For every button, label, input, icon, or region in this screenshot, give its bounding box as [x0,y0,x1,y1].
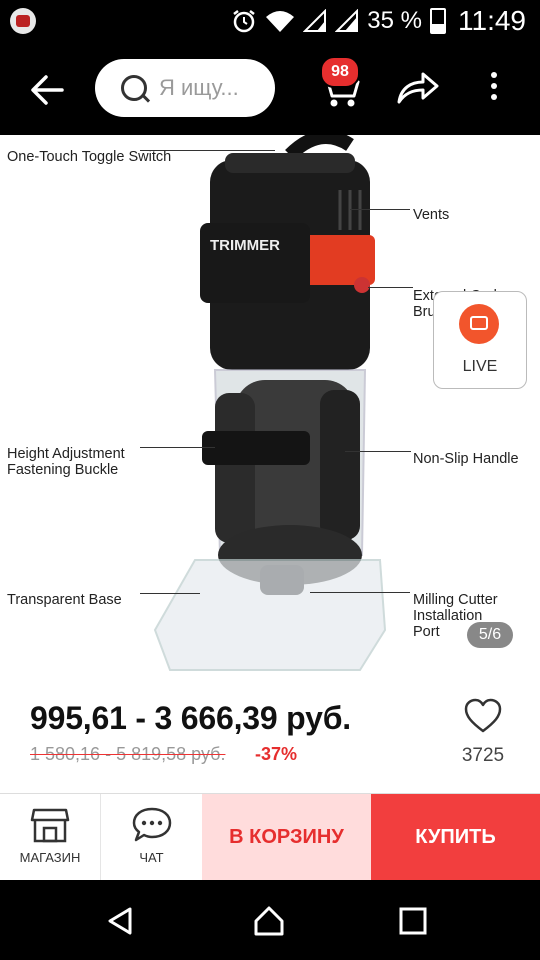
search-icon [121,75,147,101]
label-transparent-base: Transparent Base [7,592,122,608]
add-to-cart-button[interactable]: В КОРЗИНУ [202,794,371,880]
leader-line [140,447,215,448]
share-icon[interactable] [395,68,441,108]
alarm-icon [233,10,256,33]
leader-line [140,150,275,151]
leader-line [140,593,200,594]
leader-line [310,592,410,593]
signal-icon-2 [335,9,359,32]
cart-count-badge: 98 [320,56,360,88]
wifi-icon [266,11,295,32]
battery-percent: 35 % [367,7,422,34]
status-right: 35 % 11:49 [231,4,526,38]
label-vents: Vents [413,207,450,223]
label-toggle-switch: One-Touch Toggle Switch [7,149,172,165]
app-notification-icon [10,8,36,34]
search-input[interactable]: Я ищу... [95,59,275,117]
trimmer-image: TRIMMER [153,135,387,671]
product-image-gallery[interactable]: TRIMMER One-Touch Toggle Switch Vents Ex… [0,135,540,675]
action-bar: МАГАЗИН ЧАТ В КОРЗИНУ КУПИТЬ [0,793,540,880]
leader-line [368,287,413,288]
label-height-adjust-line1: Height Adjustment [7,446,125,462]
discount-badge: -37% [255,744,298,764]
status-bar: 35 % 11:49 [0,0,540,42]
clock: 11:49 [458,5,526,36]
live-label: LIVE [462,358,498,375]
image-counter: 5/6 [467,622,513,648]
label-non-slip-handle: Non-Slip Handle [413,451,519,467]
label-cutter-line1: Milling Cutter [413,592,498,608]
system-nav-bar [0,880,540,960]
wishlist-count: 3725 [461,745,505,766]
heart-icon[interactable] [463,697,503,735]
leader-line [350,209,410,210]
store-label: МАГАЗИН [19,850,81,865]
store-button[interactable]: МАГАЗИН [0,794,101,880]
battery-icon [430,8,446,34]
search-placeholder: Я ищу... [159,75,239,100]
back-arrow-icon[interactable] [22,70,72,110]
live-stream-button[interactable]: LIVE [433,291,527,389]
more-menu-icon[interactable] [489,72,499,106]
label-height-adjust-line2: Fastening Buckle [7,462,119,478]
label-height-adjustment: Height Adjustment Fastening Buckle [7,446,125,478]
nav-home-icon[interactable] [252,904,286,938]
store-icon [30,808,70,843]
app-bar: Я ищу... 98 [0,42,540,135]
chat-icon [132,807,172,842]
chat-label: ЧАТ [139,850,164,865]
leader-line [345,451,411,452]
nav-recents-icon[interactable] [399,907,427,935]
brand-label: TRIMMER [210,237,280,254]
current-price: 995,61 - 3 666,39 руб. [30,700,351,736]
signal-icon-1 [303,9,327,32]
buy-now-button[interactable]: КУПИТЬ [371,794,540,880]
original-price: 1 580,16 - 5 819,58 руб. [30,744,226,764]
nav-back-icon[interactable] [104,905,136,937]
live-video-icon [459,304,499,344]
chat-button[interactable]: ЧАТ [101,794,202,880]
